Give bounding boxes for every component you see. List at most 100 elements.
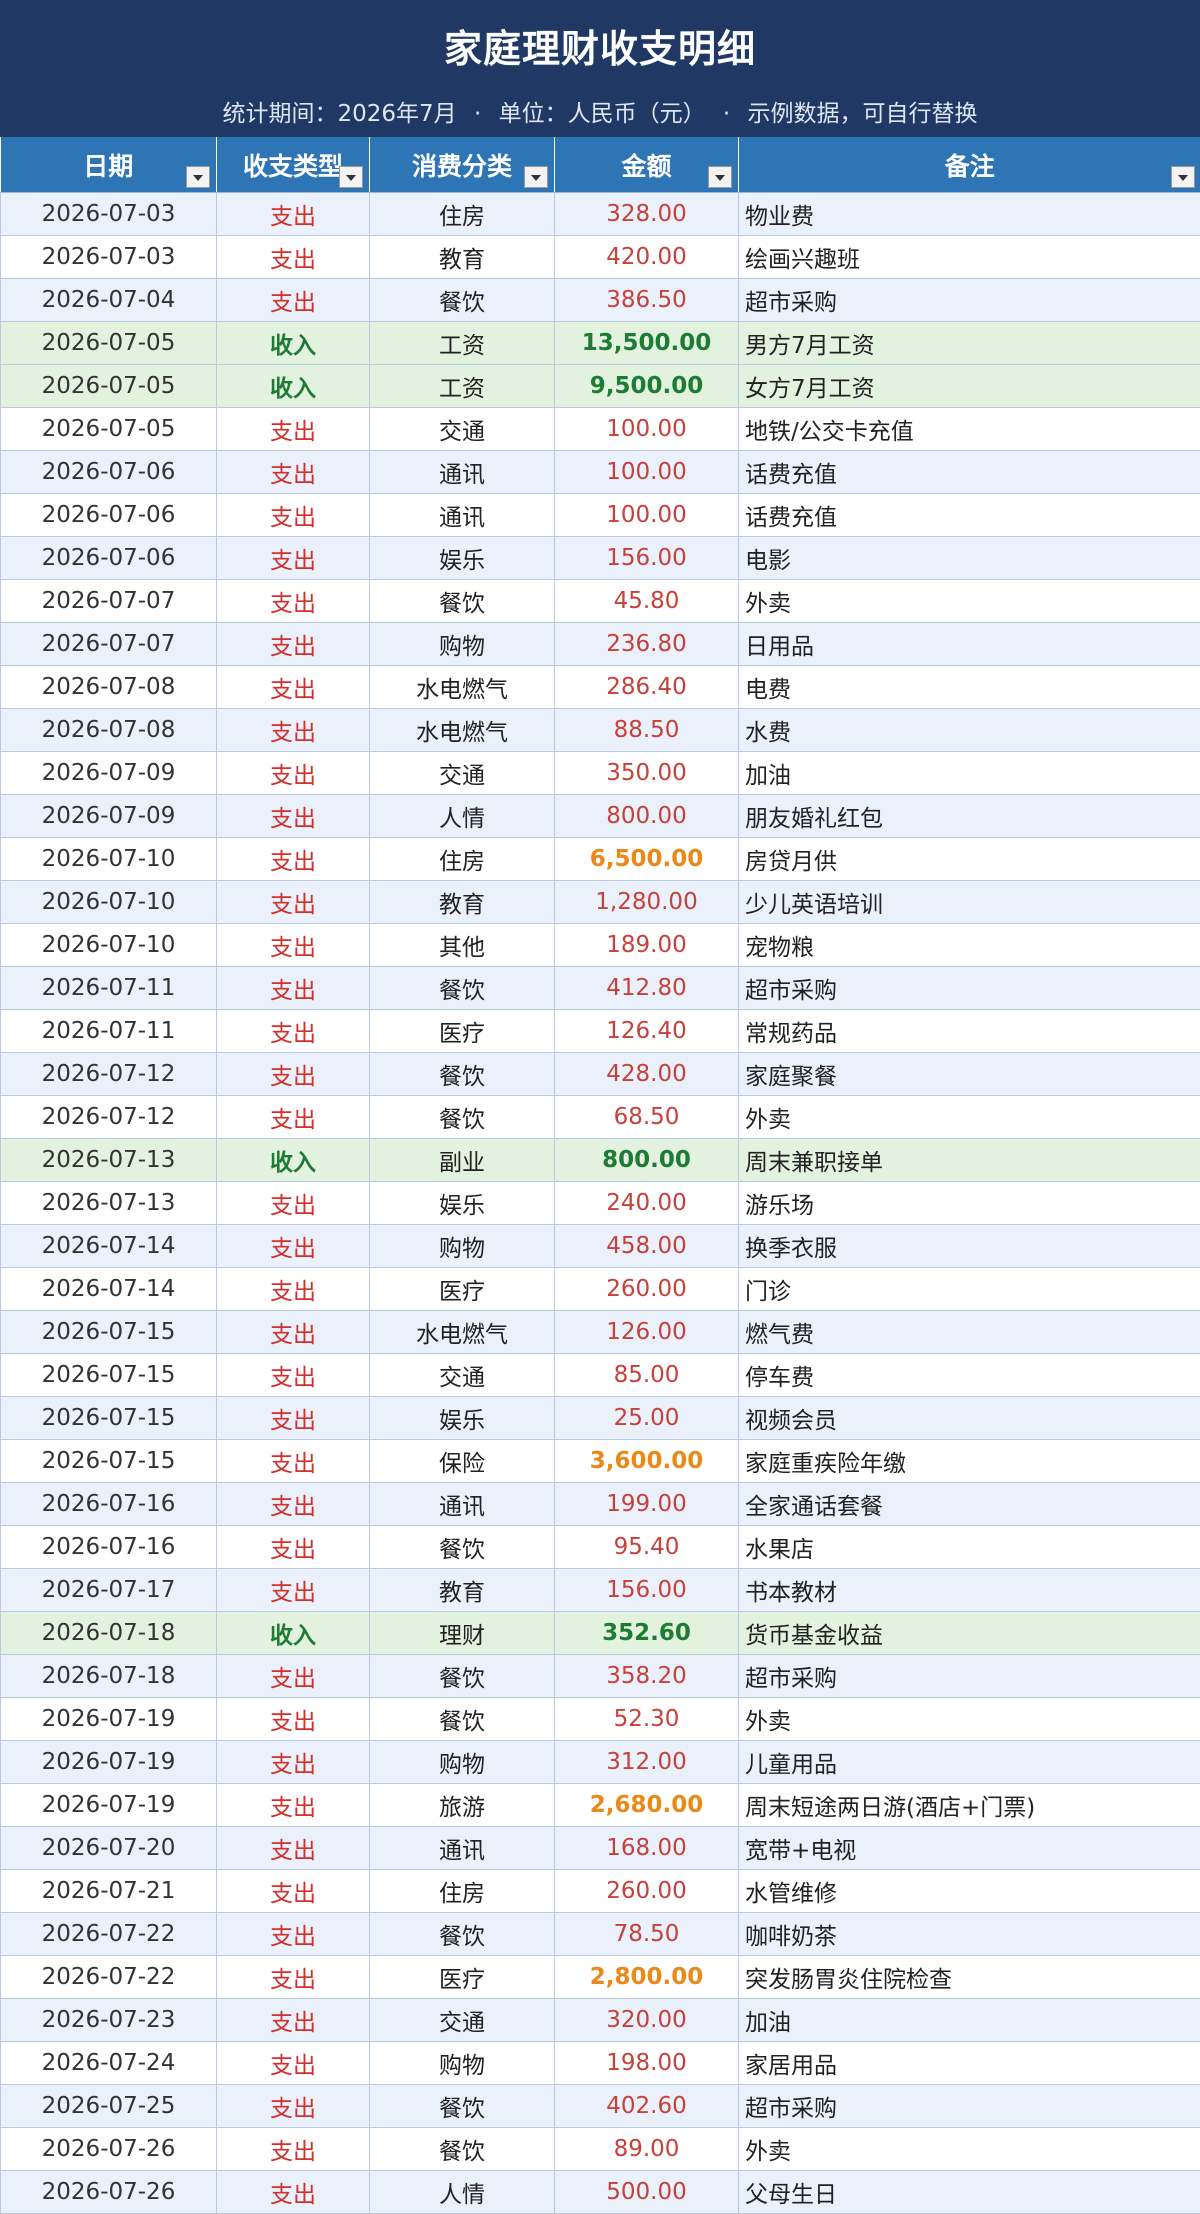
note-cell[interactable]: 外卖 bbox=[739, 1698, 1200, 1741]
type-cell[interactable]: 支出 bbox=[217, 1741, 370, 1784]
category-cell[interactable]: 交通 bbox=[370, 752, 555, 795]
category-cell[interactable]: 餐饮 bbox=[370, 580, 555, 623]
note-cell[interactable]: 咖啡奶茶 bbox=[739, 1913, 1200, 1956]
date-cell[interactable]: 2026-07-06 bbox=[1, 451, 217, 494]
type-cell[interactable]: 支出 bbox=[217, 2171, 370, 2214]
note-cell[interactable]: 全家通话套餐 bbox=[739, 1483, 1200, 1526]
date-cell[interactable]: 2026-07-17 bbox=[1, 1569, 217, 1612]
date-cell[interactable]: 2026-07-06 bbox=[1, 494, 217, 537]
date-cell[interactable]: 2026-07-23 bbox=[1, 1999, 217, 2042]
amount-cell[interactable]: 85.00 bbox=[555, 1354, 739, 1397]
type-cell[interactable]: 支出 bbox=[217, 1182, 370, 1225]
date-cell[interactable]: 2026-07-15 bbox=[1, 1354, 217, 1397]
type-cell[interactable]: 支出 bbox=[217, 795, 370, 838]
type-cell[interactable]: 支出 bbox=[217, 1354, 370, 1397]
date-cell[interactable]: 2026-07-18 bbox=[1, 1612, 217, 1655]
date-cell[interactable]: 2026-07-10 bbox=[1, 924, 217, 967]
date-cell[interactable]: 2026-07-05 bbox=[1, 408, 217, 451]
type-cell[interactable]: 支出 bbox=[217, 881, 370, 924]
note-cell[interactable]: 家庭重疾险年缴 bbox=[739, 1440, 1200, 1483]
type-cell[interactable]: 支出 bbox=[217, 1999, 370, 2042]
category-cell[interactable]: 其他 bbox=[370, 924, 555, 967]
category-cell[interactable]: 购物 bbox=[370, 2042, 555, 2085]
date-cell[interactable]: 2026-07-26 bbox=[1, 2128, 217, 2171]
note-cell[interactable]: 绘画兴趣班 bbox=[739, 236, 1200, 279]
category-cell[interactable]: 餐饮 bbox=[370, 1698, 555, 1741]
category-cell[interactable]: 餐饮 bbox=[370, 1913, 555, 1956]
date-cell[interactable]: 2026-07-03 bbox=[1, 236, 217, 279]
amount-cell[interactable]: 328.00 bbox=[555, 193, 739, 236]
category-cell[interactable]: 通讯 bbox=[370, 494, 555, 537]
note-cell[interactable]: 超市采购 bbox=[739, 279, 1200, 322]
category-cell[interactable]: 通讯 bbox=[370, 1827, 555, 1870]
category-cell[interactable]: 水电燃气 bbox=[370, 1311, 555, 1354]
type-cell[interactable]: 支出 bbox=[217, 1096, 370, 1139]
type-cell[interactable]: 支出 bbox=[217, 1483, 370, 1526]
amount-cell[interactable]: 100.00 bbox=[555, 494, 739, 537]
amount-cell[interactable]: 9,500.00 bbox=[555, 365, 739, 408]
category-cell[interactable]: 医疗 bbox=[370, 1010, 555, 1053]
date-cell[interactable]: 2026-07-19 bbox=[1, 1698, 217, 1741]
note-cell[interactable]: 地铁/公交卡充值 bbox=[739, 408, 1200, 451]
type-cell[interactable]: 支出 bbox=[217, 1698, 370, 1741]
amount-cell[interactable]: 428.00 bbox=[555, 1053, 739, 1096]
amount-cell[interactable]: 420.00 bbox=[555, 236, 739, 279]
amount-cell[interactable]: 198.00 bbox=[555, 2042, 739, 2085]
category-cell[interactable]: 交通 bbox=[370, 408, 555, 451]
amount-cell[interactable]: 312.00 bbox=[555, 1741, 739, 1784]
note-cell[interactable]: 女方7月工资 bbox=[739, 365, 1200, 408]
filter-dropdown-icon[interactable] bbox=[708, 166, 732, 188]
note-cell[interactable]: 换季衣服 bbox=[739, 1225, 1200, 1268]
category-cell[interactable]: 餐饮 bbox=[370, 967, 555, 1010]
date-cell[interactable]: 2026-07-18 bbox=[1, 1655, 217, 1698]
category-cell[interactable]: 教育 bbox=[370, 1569, 555, 1612]
amount-cell[interactable]: 13,500.00 bbox=[555, 322, 739, 365]
note-cell[interactable]: 停车费 bbox=[739, 1354, 1200, 1397]
note-cell[interactable]: 货币基金收益 bbox=[739, 1612, 1200, 1655]
category-cell[interactable]: 旅游 bbox=[370, 1784, 555, 1827]
category-cell[interactable]: 娱乐 bbox=[370, 537, 555, 580]
date-cell[interactable]: 2026-07-22 bbox=[1, 1913, 217, 1956]
amount-cell[interactable]: 168.00 bbox=[555, 1827, 739, 1870]
date-cell[interactable]: 2026-07-26 bbox=[1, 2171, 217, 2214]
category-cell[interactable]: 娱乐 bbox=[370, 1397, 555, 1440]
type-cell[interactable]: 支出 bbox=[217, 1526, 370, 1569]
note-cell[interactable]: 游乐场 bbox=[739, 1182, 1200, 1225]
note-cell[interactable]: 水果店 bbox=[739, 1526, 1200, 1569]
date-cell[interactable]: 2026-07-15 bbox=[1, 1311, 217, 1354]
note-cell[interactable]: 水管维修 bbox=[739, 1870, 1200, 1913]
date-cell[interactable]: 2026-07-08 bbox=[1, 666, 217, 709]
note-cell[interactable]: 燃气费 bbox=[739, 1311, 1200, 1354]
amount-cell[interactable]: 2,800.00 bbox=[555, 1956, 739, 1999]
category-cell[interactable]: 购物 bbox=[370, 623, 555, 666]
type-cell[interactable]: 支出 bbox=[217, 1569, 370, 1612]
type-cell[interactable]: 支出 bbox=[217, 1655, 370, 1698]
type-cell[interactable]: 支出 bbox=[217, 2085, 370, 2128]
amount-cell[interactable]: 88.50 bbox=[555, 709, 739, 752]
category-cell[interactable]: 餐饮 bbox=[370, 1655, 555, 1698]
type-cell[interactable]: 支出 bbox=[217, 580, 370, 623]
amount-cell[interactable]: 100.00 bbox=[555, 408, 739, 451]
type-cell[interactable]: 支出 bbox=[217, 537, 370, 580]
note-cell[interactable]: 水费 bbox=[739, 709, 1200, 752]
type-cell[interactable]: 支出 bbox=[217, 494, 370, 537]
date-cell[interactable]: 2026-07-21 bbox=[1, 1870, 217, 1913]
type-cell[interactable]: 支出 bbox=[217, 967, 370, 1010]
note-cell[interactable]: 突发肠胃炎住院检查 bbox=[739, 1956, 1200, 1999]
type-cell[interactable]: 支出 bbox=[217, 1440, 370, 1483]
note-cell[interactable]: 电费 bbox=[739, 666, 1200, 709]
date-cell[interactable]: 2026-07-10 bbox=[1, 881, 217, 924]
note-cell[interactable]: 宽带+电视 bbox=[739, 1827, 1200, 1870]
category-cell[interactable]: 餐饮 bbox=[370, 2085, 555, 2128]
type-cell[interactable]: 收入 bbox=[217, 1139, 370, 1182]
note-cell[interactable]: 外卖 bbox=[739, 1096, 1200, 1139]
date-cell[interactable]: 2026-07-03 bbox=[1, 193, 217, 236]
amount-cell[interactable]: 236.80 bbox=[555, 623, 739, 666]
date-cell[interactable]: 2026-07-20 bbox=[1, 1827, 217, 1870]
amount-cell[interactable]: 260.00 bbox=[555, 1870, 739, 1913]
date-cell[interactable]: 2026-07-05 bbox=[1, 322, 217, 365]
type-cell[interactable]: 支出 bbox=[217, 1311, 370, 1354]
amount-cell[interactable]: 52.30 bbox=[555, 1698, 739, 1741]
date-cell[interactable]: 2026-07-05 bbox=[1, 365, 217, 408]
date-cell[interactable]: 2026-07-12 bbox=[1, 1096, 217, 1139]
